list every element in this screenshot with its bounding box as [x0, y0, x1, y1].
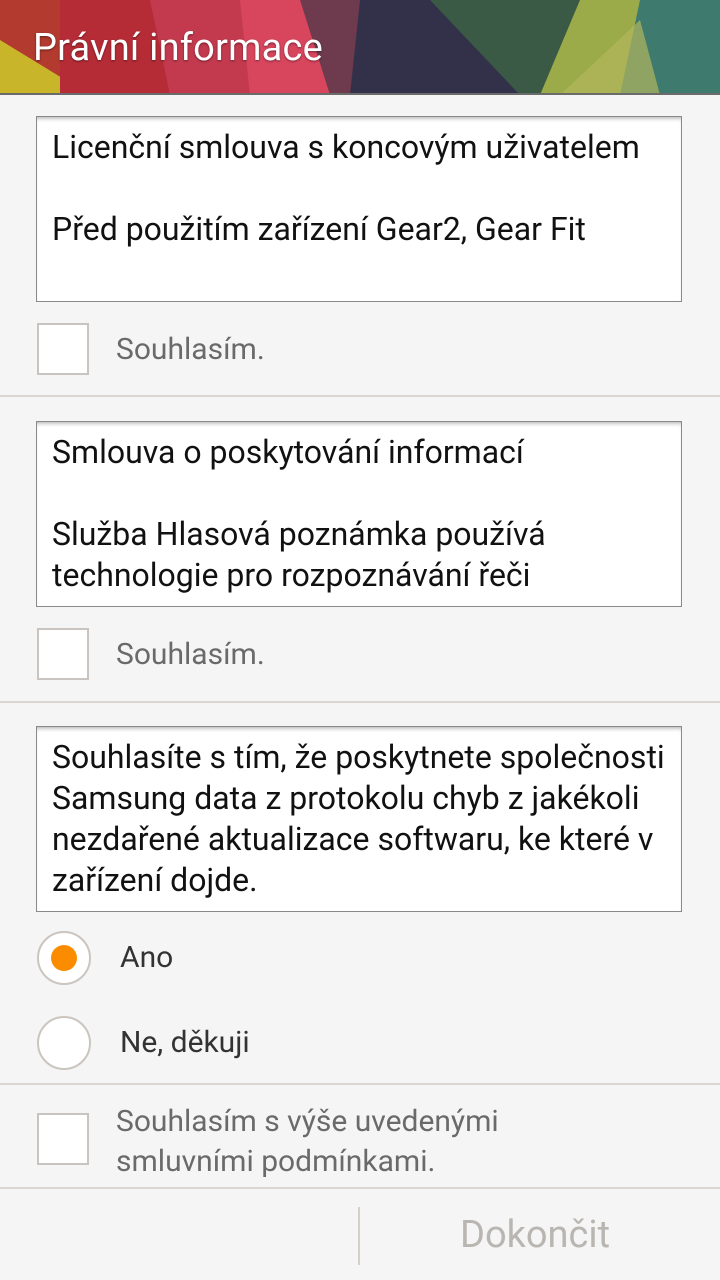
- section-divider: [0, 1083, 720, 1085]
- error-log-text: Souhlasíte s tím, že poskytnete společno…: [52, 738, 665, 899]
- bottom-action-bar: Dokončit: [0, 1187, 720, 1280]
- info-heading: Smlouva o poskytování informací: [52, 433, 524, 471]
- info-agree-label[interactable]: Souhlasím.: [116, 637, 265, 672]
- radio-yes[interactable]: [37, 931, 91, 985]
- info-agree-checkbox[interactable]: [37, 628, 89, 680]
- radio-no-label[interactable]: Ne, děkuji: [120, 1025, 250, 1060]
- final-agree-checkbox[interactable]: [37, 1113, 89, 1165]
- finish-button[interactable]: Dokončit: [460, 1213, 610, 1257]
- info-text-box[interactable]: Smlouva o poskytování informací Služba H…: [36, 421, 682, 607]
- bottom-bar-separator: [358, 1207, 360, 1265]
- radio-yes-label[interactable]: Ano: [120, 940, 173, 975]
- page-title: Právní informace: [33, 26, 323, 70]
- final-agree-label[interactable]: Souhlasím s výše uvedenými smluvními pod…: [116, 1102, 586, 1182]
- section-divider: [0, 395, 720, 397]
- eula-agree-checkbox[interactable]: [37, 323, 89, 375]
- eula-body: Před použitím zařízení Gear2, Gear Fit: [52, 210, 586, 248]
- info-body: Služba Hlasová poznámka používá technolo…: [52, 515, 546, 594]
- radio-selected-dot: [51, 945, 77, 971]
- radio-no[interactable]: [37, 1016, 91, 1070]
- header-divider: [0, 93, 720, 95]
- error-log-text-box[interactable]: Souhlasíte s tím, že poskytnete společno…: [36, 726, 682, 912]
- eula-text-box[interactable]: Licenční smlouva s koncovým uživatelem P…: [36, 116, 682, 302]
- eula-heading: Licenční smlouva s koncovým uživatelem: [52, 128, 640, 166]
- eula-agree-label[interactable]: Souhlasím.: [116, 332, 265, 367]
- header-bar: Právní informace: [0, 0, 720, 95]
- section-divider: [0, 701, 720, 703]
